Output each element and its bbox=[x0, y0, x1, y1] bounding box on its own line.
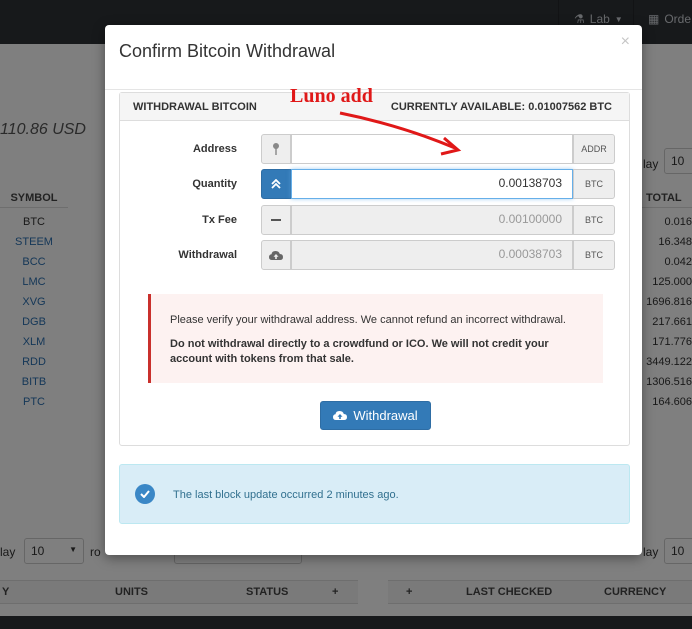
available-balance: CURRENTLY AVAILABLE: 0.01007562 BTC bbox=[390, 101, 612, 113]
panel-title: WITHDRAWAL BITCOIN bbox=[133, 101, 257, 113]
quantity-input[interactable]: 0.00138703 bbox=[291, 169, 573, 199]
info-alert: The last block update occurred 2 minutes… bbox=[119, 464, 630, 524]
info-text: The last block update occurred 2 minutes… bbox=[173, 489, 399, 501]
cloud-upload-icon bbox=[333, 411, 348, 420]
txfee-input: 0.00100000 bbox=[291, 205, 573, 235]
withdrawal-panel: WITHDRAWAL BITCOIN CURRENTLY AVAILABLE: … bbox=[119, 92, 630, 446]
address-unit: ADDR bbox=[573, 134, 615, 164]
warning-text: Please verify your withdrawal address. W… bbox=[170, 314, 566, 326]
panel-heading: WITHDRAWAL BITCOIN CURRENTLY AVAILABLE: … bbox=[120, 93, 629, 121]
quantity-unit: BTC bbox=[573, 169, 615, 199]
warning-bold-text: Do not withdrawal directly to a crowdfun… bbox=[170, 338, 549, 365]
withdrawal-button-label: Withdrawal bbox=[353, 408, 418, 423]
withdrawal-input: 0.00038703 bbox=[291, 240, 573, 270]
quantity-label: Quantity bbox=[192, 178, 237, 190]
address-label: Address bbox=[192, 143, 237, 155]
withdrawal-modal: Confirm Bitcoin Withdrawal × WITHDRAWAL … bbox=[105, 25, 642, 555]
modal-title: Confirm Bitcoin Withdrawal bbox=[119, 41, 336, 61]
address-input[interactable] bbox=[291, 134, 573, 164]
withdrawal-unit: BTC bbox=[573, 240, 615, 270]
txfee-unit: BTC bbox=[573, 205, 615, 235]
annotation-label: Luno add bbox=[290, 85, 373, 107]
pin-icon bbox=[261, 134, 291, 164]
close-icon[interactable]: × bbox=[621, 33, 630, 51]
minus-icon bbox=[261, 205, 291, 235]
check-circle-icon bbox=[135, 484, 155, 504]
withdrawal-label: Withdrawal bbox=[178, 249, 237, 261]
modal-divider bbox=[105, 89, 642, 90]
double-chevron-up-icon[interactable] bbox=[261, 169, 291, 199]
withdrawal-button[interactable]: Withdrawal bbox=[320, 401, 431, 430]
txfee-label: Tx Fee bbox=[202, 214, 237, 226]
warning-alert: Please verify your withdrawal address. W… bbox=[148, 294, 603, 383]
cloud-upload-icon bbox=[261, 240, 291, 270]
